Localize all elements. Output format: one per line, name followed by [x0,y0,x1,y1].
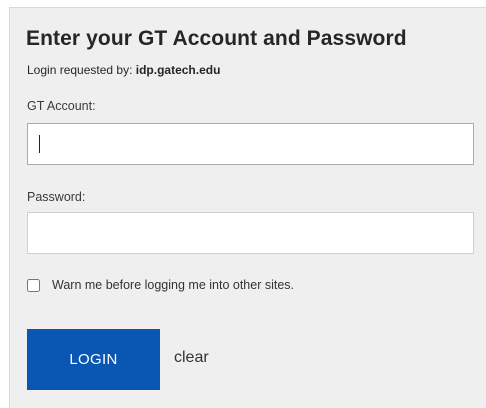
requested-by-host: idp.gatech.edu [135,63,221,77]
login-requested-by: Login requested by: idp.gatech.edu [27,63,220,77]
gt-account-label: GT Account: [27,99,96,113]
warn-option[interactable]: Warn me before logging me into other sit… [27,278,294,292]
password-label: Password: [27,190,86,204]
requested-by-label: Login requested by: [27,63,136,77]
clear-link[interactable]: clear [174,349,209,367]
login-button[interactable]: LOGIN [27,329,160,390]
warn-checkbox-label[interactable]: Warn me before logging me into other sit… [52,278,294,292]
login-panel: Enter your GT Account and Password Login… [9,7,486,408]
password-input[interactable] [27,212,474,254]
page-title: Enter your GT Account and Password [26,27,407,50]
text-cursor [39,135,40,153]
gt-account-input[interactable] [27,123,474,165]
warn-checkbox[interactable] [27,278,40,292]
